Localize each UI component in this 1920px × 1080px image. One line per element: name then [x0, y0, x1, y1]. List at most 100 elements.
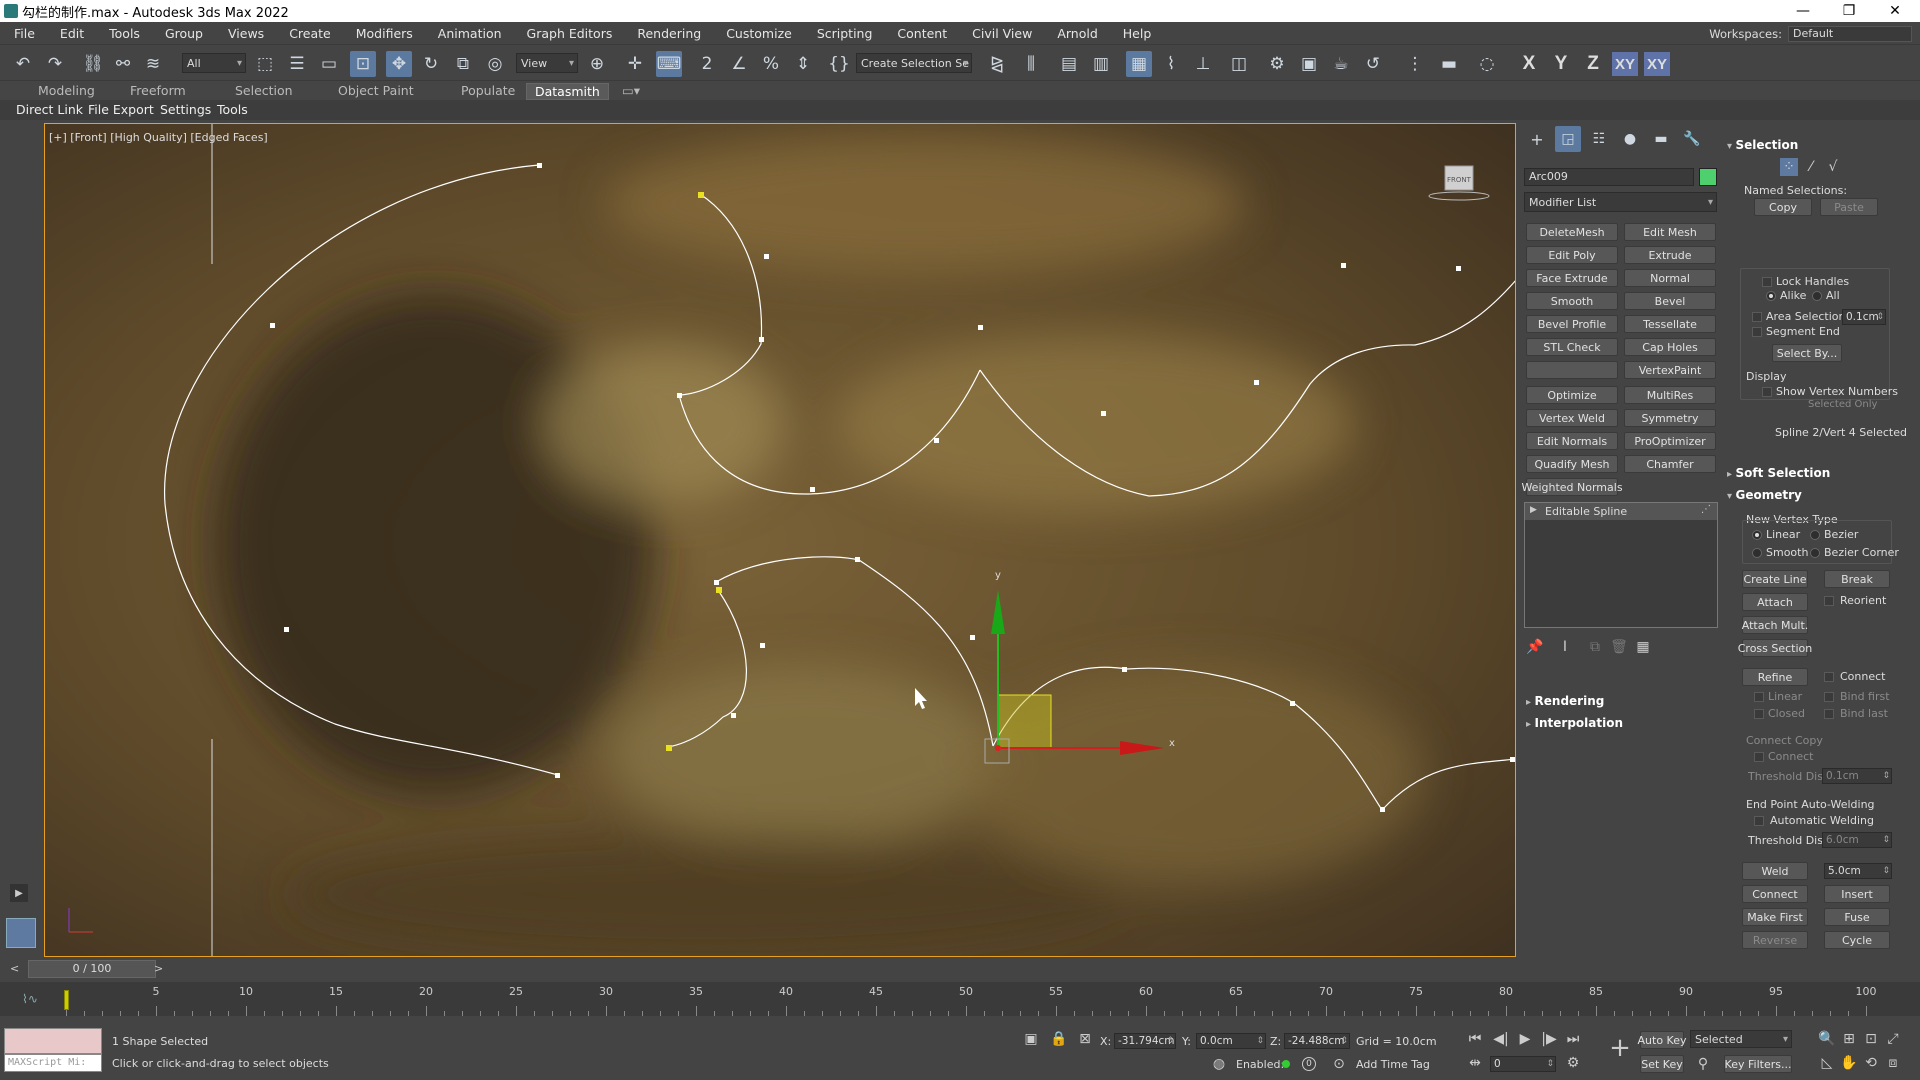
show-vertex-numbers-checkbox[interactable]	[1762, 387, 1772, 397]
menu-create[interactable]: Create	[275, 26, 342, 41]
bevel-button[interactable]: Bevel	[1624, 292, 1716, 310]
select-by-name-icon[interactable]: ☰	[284, 51, 310, 77]
ruler-icon[interactable]: ▬	[1436, 51, 1462, 77]
angle-snap-icon[interactable]: ∠	[726, 51, 752, 77]
render-setup-icon[interactable]: ⚙	[1264, 51, 1290, 77]
tab-datasmith[interactable]: Datasmith	[526, 83, 609, 100]
smooth-radio[interactable]	[1752, 548, 1762, 558]
closed-checkbox[interactable]	[1754, 709, 1764, 719]
current-frame-field[interactable]: 0	[1490, 1056, 1556, 1072]
play-icon[interactable]: ▶	[1516, 1030, 1534, 1048]
reverse-button[interactable]: Reverse	[1742, 931, 1808, 949]
pin-stack-icon[interactable]: 📌	[1526, 638, 1544, 656]
select-and-scale-icon[interactable]: ⧉	[450, 51, 476, 77]
motion-tab-icon[interactable]: ●	[1617, 126, 1643, 152]
all-radio[interactable]	[1812, 291, 1822, 301]
schematic-view-icon[interactable]: ⊥	[1190, 51, 1216, 77]
segment-end-checkbox[interactable]	[1752, 327, 1762, 337]
threshold-dist-weld-spinner[interactable]: 6.0cm	[1822, 832, 1892, 848]
key-set-dropdown[interactable]: Selected	[1690, 1030, 1792, 1048]
viewport-layout-thumbnail[interactable]	[6, 918, 36, 948]
connect-button[interactable]: Connect	[1742, 885, 1808, 903]
key-filter-icon[interactable]: ⚲	[1694, 1055, 1712, 1073]
previous-key-icon[interactable]: ◀|	[1492, 1030, 1510, 1048]
x-coordinate-field[interactable]: -31.794cm	[1114, 1033, 1176, 1049]
auto-key-button[interactable]: Auto Key	[1638, 1031, 1687, 1049]
remove-modifier-icon[interactable]: 🗑	[1610, 638, 1628, 656]
threshold-dist-spinner[interactable]: 0.1cm	[1822, 768, 1892, 784]
spline-subobject-icon[interactable]: √	[1824, 158, 1842, 176]
restore-button[interactable]: ❐	[1826, 0, 1872, 22]
weighted-normals-button[interactable]: Weighted Normals	[1521, 478, 1623, 496]
reorient-checkbox[interactable]	[1824, 596, 1834, 606]
render-production-icon[interactable]: ☕	[1328, 51, 1354, 77]
menu-rendering[interactable]: Rendering	[623, 26, 712, 41]
ribbon-options-icon[interactable]: ▭▾	[622, 83, 640, 98]
select-object-icon[interactable]: ⬚	[252, 51, 278, 77]
prooptimizer-button[interactable]: ProOptimizer	[1624, 432, 1716, 450]
tessellate-button[interactable]: Tessellate	[1624, 315, 1716, 333]
attach-mult-button[interactable]: Attach Mult.	[1742, 616, 1808, 634]
tab-modeling[interactable]: Modeling	[38, 83, 95, 98]
subtab-direct-link[interactable]: Direct Link	[16, 102, 83, 117]
object-color-swatch[interactable]	[1699, 168, 1717, 186]
toggle-ribbon-icon[interactable]: ▦	[1126, 51, 1152, 77]
key-filters-button[interactable]: Key Filters...	[1724, 1055, 1792, 1073]
menu-file[interactable]: File	[0, 26, 46, 41]
make-unique-icon[interactable]: ⧉	[1586, 638, 1604, 656]
optimize-button[interactable]: Optimize	[1526, 386, 1618, 404]
dotted-circle-icon[interactable]: ◌	[1474, 51, 1500, 77]
edit-mesh-button[interactable]: Edit Mesh	[1624, 223, 1716, 241]
connect-checkbox[interactable]	[1824, 672, 1834, 682]
face-extrude-button[interactable]: Face Extrude	[1526, 269, 1618, 287]
subtab-settings[interactable]: Settings	[160, 102, 211, 117]
stack-item-editable-spline[interactable]: Editable Spline	[1525, 503, 1717, 520]
rendered-frame-window-icon[interactable]: ▣	[1296, 51, 1322, 77]
front-viewport[interactable]: y x FRONT [+] [Front] [High Quality] [Ed…	[44, 123, 1516, 957]
attach-button[interactable]: Attach	[1742, 593, 1808, 611]
menu-edit[interactable]: Edit	[46, 26, 95, 41]
fuse-button[interactable]: Fuse	[1824, 908, 1890, 926]
extrude-button[interactable]: Extrude	[1624, 246, 1716, 264]
orbit-icon[interactable]: ⟲	[1862, 1054, 1880, 1072]
paste-button[interactable]: Paste	[1820, 198, 1878, 216]
alike-radio[interactable]	[1766, 291, 1776, 301]
time-configuration-icon[interactable]: ⚙	[1564, 1054, 1582, 1072]
minimize-button[interactable]: —	[1780, 0, 1826, 22]
area-selection-spinner[interactable]: 0.1cm	[1842, 309, 1886, 325]
menu-views[interactable]: Views	[214, 26, 275, 41]
utilities-tab-icon[interactable]: 🔧	[1679, 126, 1705, 152]
vertex-subobject-icon[interactable]: ⁘	[1780, 158, 1798, 176]
axis-xy-button[interactable]: XY	[1612, 52, 1638, 76]
quadify-mesh-button[interactable]: Quadify Mesh	[1526, 455, 1618, 473]
bind-space-warp-icon[interactable]: ≋	[140, 51, 166, 77]
bevel-profile-button[interactable]: Bevel Profile	[1526, 315, 1618, 333]
key-mode-toggle-icon[interactable]: ⇹	[1466, 1054, 1484, 1072]
absolute-mode-icon[interactable]: ⊠	[1076, 1030, 1094, 1048]
linear-radio[interactable]	[1752, 530, 1762, 540]
toggle-scene-explorer-icon[interactable]: ▤	[1056, 51, 1082, 77]
reference-coordinate-dropdown[interactable]: View	[516, 53, 578, 73]
maxscript-input[interactable]: MAXScript Mi:	[4, 1054, 102, 1072]
object-name-field[interactable]: Arc009	[1524, 168, 1694, 186]
menu-graph-editors[interactable]: Graph Editors	[513, 26, 624, 41]
isolate-selection-icon[interactable]: ▣	[1022, 1030, 1040, 1048]
subtab-tools[interactable]: Tools	[217, 102, 248, 117]
bezier-radio[interactable]	[1810, 530, 1820, 540]
menu-content[interactable]: Content	[883, 26, 958, 41]
zoom-icon[interactable]: 🔍	[1818, 1030, 1836, 1048]
segment-subobject-icon[interactable]: ⁄	[1802, 158, 1820, 176]
selection-rollout-header[interactable]: Selection	[1727, 138, 1799, 152]
cross-section-button[interactable]: Cross Section	[1738, 639, 1812, 657]
snaps-toggle-icon[interactable]: 2	[694, 51, 720, 77]
selection-lock-icon[interactable]: 🔒	[1050, 1030, 1068, 1048]
hierarchy-tab-icon[interactable]: ☷	[1586, 126, 1612, 152]
multires-button[interactable]: MultiRes	[1624, 386, 1716, 404]
pan-icon[interactable]: ✋	[1840, 1054, 1858, 1072]
grid-snap-icon[interactable]: ⋮	[1402, 51, 1428, 77]
bezier-corner-radio[interactable]	[1810, 548, 1820, 558]
align-icon[interactable]: ⫼	[1018, 51, 1044, 77]
symmetry-button[interactable]: Symmetry	[1624, 409, 1716, 427]
time-tag-icon[interactable]: ⊙	[1330, 1055, 1348, 1073]
adaptive-degradation-icon[interactable]: ◍	[1210, 1055, 1228, 1073]
